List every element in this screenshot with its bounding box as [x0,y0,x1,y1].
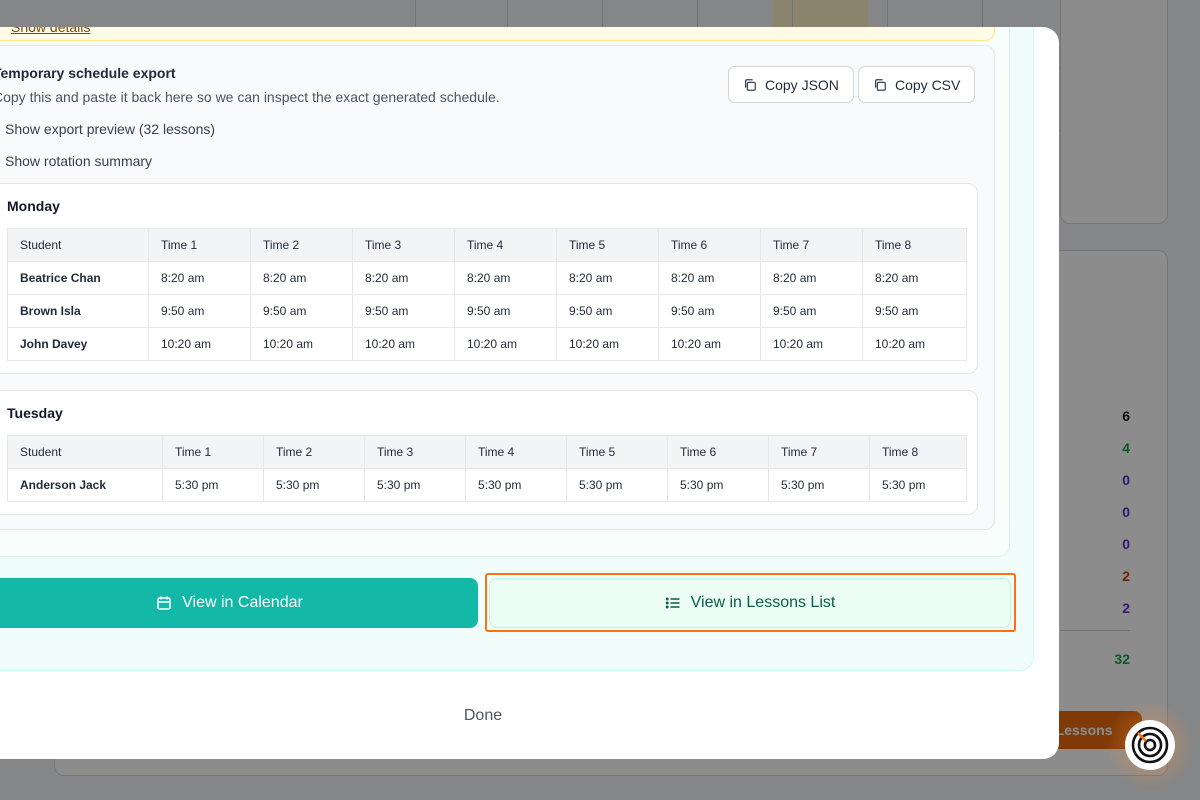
time-cell: 9:50 am [760,294,863,328]
copy-csv-label: Copy CSV [895,76,961,93]
column-header: Time 3 [364,435,466,469]
time-cell: 10:20 am [556,327,659,361]
copy-icon [875,78,886,91]
time-cell: 10:20 am [454,327,557,361]
time-cell: 8:20 am [556,261,659,295]
time-cell: 10:20 am [658,327,761,361]
rotation-summary-toggle[interactable]: Show rotation summary [5,153,152,169]
table-header-row: Student Time 1 Time 2 Time 3 Time 4 Time… [7,228,967,262]
time-cell: 5:30 pm [162,468,264,502]
day-title: Tuesday [7,405,63,421]
list-icon [665,597,680,609]
time-cell: 5:30 pm [869,468,967,502]
time-cell: 10:20 am [148,327,251,361]
time-cell: 9:50 am [148,294,251,328]
time-cell: 10:20 am [760,327,863,361]
column-header: Time 1 [148,228,251,262]
column-header: Student [7,228,149,262]
column-header: Student [7,435,163,469]
time-cell: 9:50 am [556,294,659,328]
calendar-icon [157,596,171,610]
column-header: Time 5 [556,228,659,262]
done-button[interactable]: Done [400,697,566,735]
export-preview-toggle[interactable]: Show export preview (32 lessons) [5,121,215,137]
time-cell: 8:20 am [148,261,251,295]
floating-assistant-button[interactable] [1105,700,1195,790]
column-header: Time 8 [862,228,967,262]
time-cell: 10:20 am [250,327,353,361]
view-in-calendar-label: View in Calendar [182,594,303,611]
time-cell: 5:30 pm [263,468,365,502]
column-header: Time 5 [566,435,668,469]
results-inner-panel: Show details Temporary schedule export C… [0,27,1010,557]
schedule-export-section: Temporary schedule export Copy this and … [0,45,995,530]
student-cell: Beatrice Chan [7,261,149,295]
column-header: Time 6 [667,435,769,469]
schedule-table: Student Time 1 Time 2 Time 3 Time 4 Time… [7,435,967,502]
time-cell: 8:20 am [250,261,353,295]
table-header-row: Student Time 1 Time 2 Time 3 Time 4 Time… [7,435,967,469]
time-cell: 9:50 am [862,294,967,328]
schedule-modal: Show details Temporary schedule export C… [0,27,1059,759]
export-title: Temporary schedule export [0,65,176,81]
column-header: Time 1 [162,435,264,469]
student-cell: Brown Isla [7,294,149,328]
copy-csv-button[interactable]: Copy CSV [858,66,976,103]
student-cell: Anderson Jack [7,468,163,502]
time-cell: 8:20 am [352,261,455,295]
column-header: Time 3 [352,228,455,262]
column-header: Time 7 [768,435,870,469]
day-card-monday: Monday Student Time 1 Time 2 Time 3 Time… [0,183,978,374]
warning-notice: Show details [0,27,995,41]
column-header: Time 4 [454,228,557,262]
table-row: Anderson Jack 5:30 pm 5:30 pm 5:30 pm 5:… [7,468,967,502]
day-card-tuesday: Tuesday Student Time 1 Time 2 Time 3 Tim… [0,390,978,515]
results-panel: Show details Temporary schedule export C… [0,27,1034,671]
column-header: Time 2 [250,228,353,262]
time-cell: 5:30 pm [364,468,466,502]
time-cell: 9:50 am [658,294,761,328]
time-cell: 5:30 pm [768,468,870,502]
copy-json-button[interactable]: Copy JSON [728,66,854,103]
table-row: John Davey 10:20 am 10:20 am 10:20 am 10… [7,327,967,361]
time-cell: 5:30 pm [667,468,769,502]
time-cell: 8:20 am [862,261,967,295]
column-header: Time 7 [760,228,863,262]
student-cell: John Davey [7,327,149,361]
spiral-logo-icon [1131,726,1169,764]
time-cell: 9:50 am [454,294,557,328]
export-subtitle: Copy this and paste it back here so we c… [0,89,500,105]
time-cell: 9:50 am [250,294,353,328]
copy-json-label: Copy JSON [765,76,839,93]
column-header: Time 2 [263,435,365,469]
time-cell: 5:30 pm [566,468,668,502]
column-header: Time 6 [658,228,761,262]
table-row: Brown Isla 9:50 am 9:50 am 9:50 am 9:50 … [7,294,967,328]
view-in-calendar-button[interactable]: View in Calendar [0,578,478,628]
time-cell: 10:20 am [862,327,967,361]
column-header: Time 8 [869,435,967,469]
column-header: Time 4 [465,435,567,469]
view-in-lessons-list-label: View in Lessons List [690,594,836,611]
time-cell: 8:20 am [760,261,863,295]
time-cell: 5:30 pm [465,468,567,502]
copy-icon [745,78,756,91]
day-title: Monday [7,198,60,214]
time-cell: 9:50 am [352,294,455,328]
show-details-link[interactable]: Show details [11,27,90,35]
schedule-table: Student Time 1 Time 2 Time 3 Time 4 Time… [7,228,967,361]
time-cell: 8:20 am [454,261,557,295]
time-cell: 10:20 am [352,327,455,361]
table-row: Beatrice Chan 8:20 am 8:20 am 8:20 am 8:… [7,261,967,295]
view-in-lessons-list-button[interactable]: View in Lessons List [489,578,1011,628]
time-cell: 8:20 am [658,261,761,295]
